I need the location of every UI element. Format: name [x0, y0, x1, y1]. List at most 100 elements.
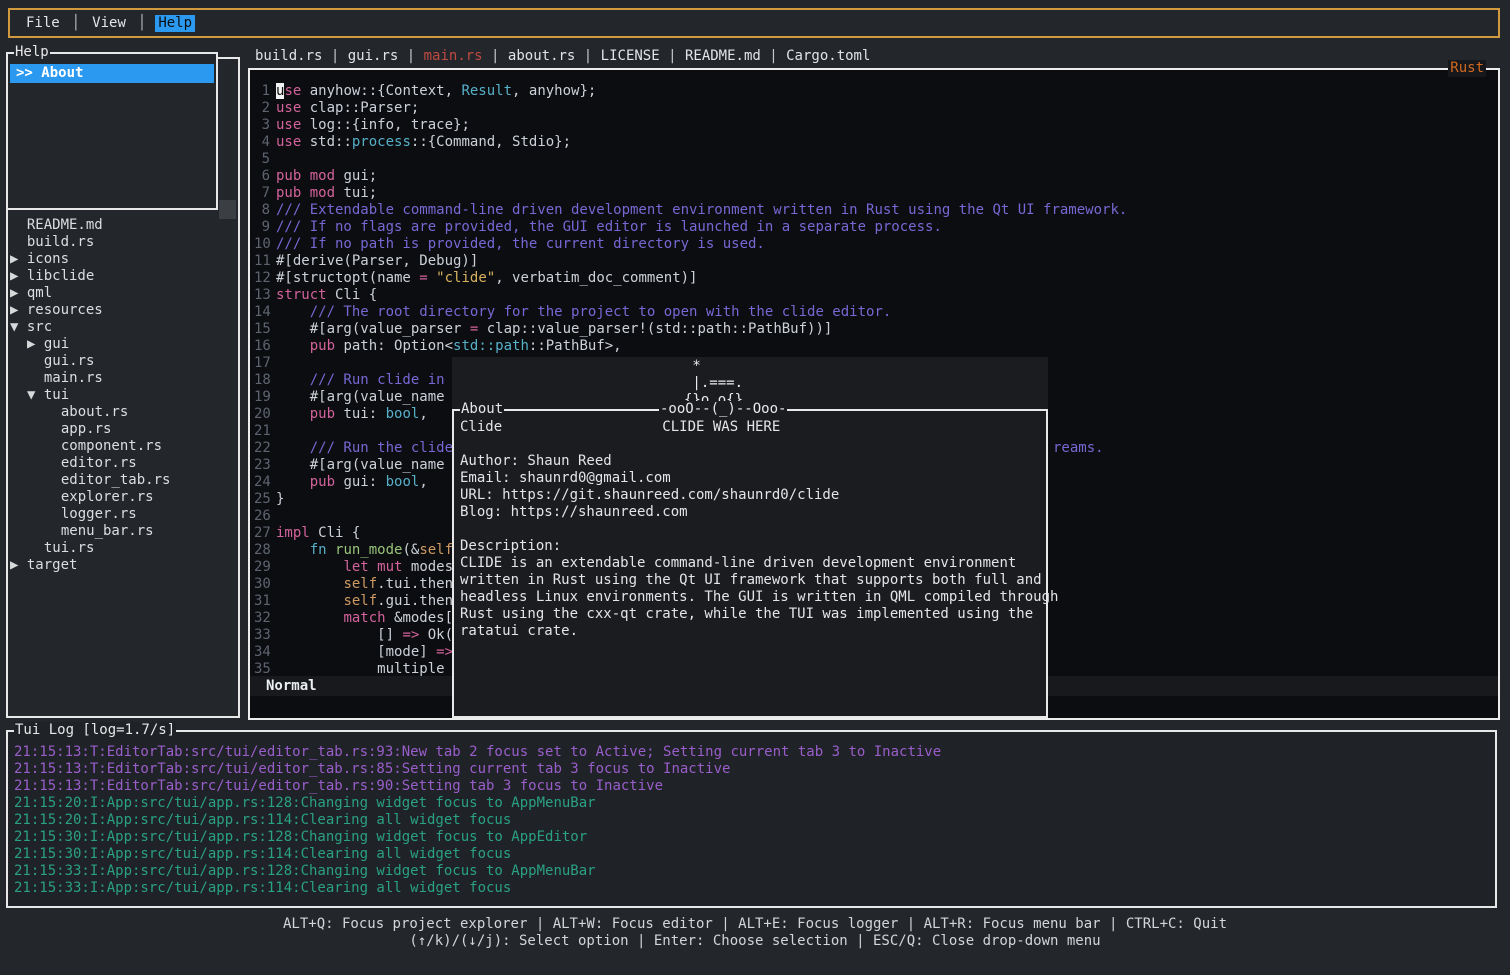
about-line: CLIDE is an extendable command-line driv…: [460, 555, 1042, 572]
tree-item-label: gui.rs: [44, 353, 95, 369]
line-number: 9: [252, 219, 270, 236]
line-number: 16: [252, 338, 270, 355]
tab-separator: |: [761, 48, 786, 64]
tree-item-label: explorer.rs: [61, 489, 154, 505]
line-number: 32: [252, 610, 270, 627]
tab-separator: |: [575, 48, 600, 64]
tree-item[interactable]: ▼ src: [8, 319, 234, 336]
menu-separator: │: [72, 15, 80, 32]
chevron-right-icon: ▶: [10, 251, 27, 267]
line-number: 25: [252, 491, 270, 508]
line-number: 18: [252, 372, 270, 389]
tree-item[interactable]: tui.rs: [8, 540, 234, 557]
code-line: 8/// Extendable command-line driven deve…: [252, 202, 1496, 219]
tree-item[interactable]: build.rs: [8, 234, 234, 251]
code-line22-right-fragment: reams.: [1053, 440, 1104, 457]
tree-item[interactable]: about.rs: [8, 404, 234, 421]
tree-item[interactable]: component.rs: [8, 438, 234, 455]
chevron-right-icon: ▶: [10, 302, 27, 318]
file-indent: [27, 353, 44, 369]
tree-item-label: app.rs: [61, 421, 112, 437]
tree-item[interactable]: editor.rs: [8, 455, 234, 472]
file-indent: [44, 506, 61, 522]
file-indent: [44, 438, 61, 454]
language-badge: Rust: [1448, 60, 1486, 77]
tab-gui.rs[interactable]: gui.rs: [348, 48, 399, 64]
tree-item[interactable]: menu_bar.rs: [8, 523, 234, 540]
line-number: 26: [252, 508, 270, 525]
file-indent: [44, 472, 61, 488]
about-line: Author: Shaun Reed: [460, 453, 1042, 470]
tree-item[interactable]: ▶ gui: [8, 336, 234, 353]
tree-item-label: main.rs: [44, 370, 103, 386]
tree-item[interactable]: logger.rs: [8, 506, 234, 523]
log-line: 21:15:13:T:EditorTab:src/tui/editor_tab.…: [14, 744, 1491, 761]
tab-build.rs[interactable]: build.rs: [255, 48, 322, 64]
menu-item-view[interactable]: View: [89, 15, 129, 32]
file-indent: [44, 523, 61, 539]
code-line: 10/// If no path is provided, the curren…: [252, 236, 1496, 253]
tree-item[interactable]: gui.rs: [8, 353, 234, 370]
code-line: 3use log::{info, trace};: [252, 117, 1496, 134]
tree-item[interactable]: ▶ resources: [8, 302, 234, 319]
tree-item[interactable]: ▶ target: [8, 557, 234, 574]
about-line: written in Rust using the Qt UI framewor…: [460, 572, 1042, 589]
tree-item[interactable]: editor_tab.rs: [8, 472, 234, 489]
tree-item[interactable]: main.rs: [8, 370, 234, 387]
menu-item-help[interactable]: Help: [155, 15, 195, 32]
code-line: 2use clap::Parser;: [252, 100, 1496, 117]
chevron-right-icon: ▶: [27, 336, 44, 352]
file-indent: [10, 234, 27, 250]
tree-item-label: menu_bar.rs: [61, 523, 154, 539]
tab-main.rs[interactable]: main.rs: [424, 48, 483, 64]
line-number: 14: [252, 304, 270, 321]
about-line: URL: https://git.shaunreed.com/shaunrd0/…: [460, 487, 1042, 504]
log-line: 21:15:33:I:App:src/tui/app.rs:114:Cleari…: [14, 880, 1491, 897]
tree-item[interactable]: app.rs: [8, 421, 234, 438]
tui-log-panel[interactable]: Tui Log [log=1.7/s] 21:15:13:T:EditorTab…: [6, 730, 1497, 908]
line-number: 2: [252, 100, 270, 117]
line-number: 15: [252, 321, 270, 338]
menu-bar: File│View│Help: [8, 8, 1500, 38]
code-line: 5: [252, 151, 1496, 168]
tab-Cargo.toml[interactable]: Cargo.toml: [786, 48, 870, 64]
line-number: 12: [252, 270, 270, 287]
tree-item-label: tui: [44, 387, 69, 403]
chevron-down-icon: ▼: [10, 319, 27, 335]
line-number: 5: [252, 151, 270, 168]
tree-item-label: libclide: [27, 268, 94, 284]
tree-item[interactable]: ▶ icons: [8, 251, 234, 268]
tree-item[interactable]: README.md: [8, 217, 234, 234]
log-line: 21:15:20:I:App:src/tui/app.rs:128:Changi…: [14, 795, 1491, 812]
code-line: 11#[derive(Parser, Debug)]: [252, 253, 1496, 270]
tree-item[interactable]: explorer.rs: [8, 489, 234, 506]
tree-item-label: logger.rs: [61, 506, 137, 522]
tree-item[interactable]: ▶ libclide: [8, 268, 234, 285]
file-indent: [10, 217, 27, 233]
tree-item-label: tui.rs: [44, 540, 95, 556]
tree-item-label: qml: [27, 285, 52, 301]
menu-item-file[interactable]: File: [23, 15, 63, 32]
keybinding-help-line2: (↑/k)/(↓/j): Select option | Enter: Choo…: [0, 933, 1510, 950]
line-number: 27: [252, 525, 270, 542]
line-number: 21: [252, 423, 270, 440]
tab-LICENSE[interactable]: LICENSE: [601, 48, 660, 64]
line-number: 20: [252, 406, 270, 423]
tree-item[interactable]: ▼ tui: [8, 387, 234, 404]
clide-tui-app: { "colors": { "accent_blue": "#2b99f0", …: [0, 0, 1510, 975]
file-indent: [27, 540, 44, 556]
log-line: 21:15:20:I:App:src/tui/app.rs:114:Cleari…: [14, 812, 1491, 829]
file-indent: [44, 421, 61, 437]
about-line: Rust using the cxx-qt crate, while the T…: [460, 606, 1042, 623]
help-dropdown-title: Help: [14, 44, 50, 61]
line-number: 33: [252, 627, 270, 644]
line-number: 23: [252, 457, 270, 474]
tree-item[interactable]: ▶ qml: [8, 285, 234, 302]
tree-item-label: src: [27, 319, 52, 335]
log-line: 21:15:13:T:EditorTab:src/tui/editor_tab.…: [14, 761, 1491, 778]
tab-about.rs[interactable]: about.rs: [508, 48, 575, 64]
tab-README.md[interactable]: README.md: [685, 48, 761, 64]
line-number: 4: [252, 134, 270, 151]
menu-item-about[interactable]: >> About: [10, 64, 214, 83]
line-number: 34: [252, 644, 270, 661]
